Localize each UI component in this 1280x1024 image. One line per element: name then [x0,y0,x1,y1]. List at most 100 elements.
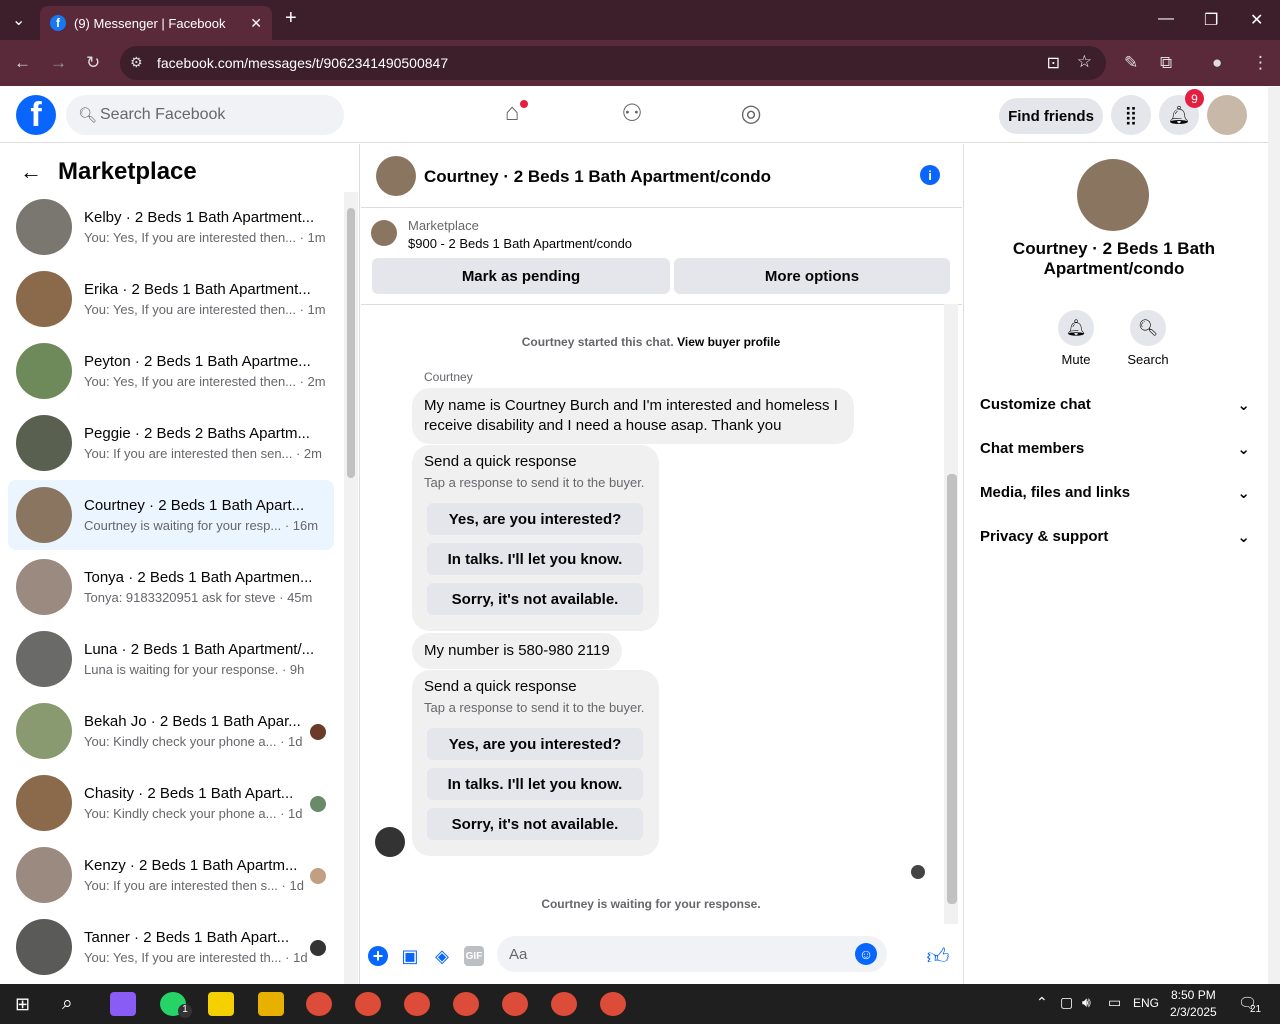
conversation-item[interactable]: Peyton · 2 Beds 1 Bath Apartme... You: Ye… [8,336,334,406]
view-buyer-profile-link[interactable]: View buyer profile [677,335,780,349]
conversation-avatar [16,775,72,831]
details-avatar[interactable] [1077,159,1149,231]
clock[interactable]: 8:50 PM 2/3/2025 [1170,987,1217,1021]
quick-response-option[interactable]: Yes, are you interested? [427,728,643,760]
conversation-item[interactable]: Kenzy · 2 Beds 1 Bath Apartm... You: If y… [8,840,334,910]
chrome-icon[interactable] [453,992,479,1016]
network-icon[interactable]: ▭ [1108,994,1121,1011]
quick-response-subtitle: Tap a response to send it to the buyer. [424,475,645,490]
chrome-icon[interactable] [355,992,381,1016]
windows-start-icon[interactable]: ⊞ [15,994,30,1015]
file-explorer-icon[interactable] [258,992,284,1016]
conversation-item[interactable]: Erika · 2 Beds 1 Bath Apartment... You: Y… [8,264,334,334]
url-field[interactable]: ⚙ facebook.com/messages/t/90623414905008… [120,46,1106,80]
language-indicator[interactable]: ENG [1133,996,1159,1010]
conversation-item[interactable]: Peggie · 2 Beds 2 Baths Apartm... You: If… [8,408,334,478]
profile-icon[interactable]: ● [1212,53,1222,73]
conversation-avatar [16,271,72,327]
conversation-preview: Courtney is waiting for your resp... · 1… [84,518,319,533]
more-options-button[interactable]: More options [674,258,950,294]
conversation-item[interactable]: Tonya · 2 Beds 1 Bath Apartmen... Tonya: … [8,552,334,622]
groups-icon[interactable]: ◎ [731,99,771,128]
conversation-item[interactable]: Bekah Jo · 2 Beds 1 Bath Apar... You: Kin… [8,696,334,766]
browser-tab-bar: ⌄ f (9) Messenger | Facebook ✕ + — ❐ ✕ [0,0,1280,40]
install-app-icon[interactable]: ⊡ [1047,53,1060,73]
new-tab-icon[interactable]: + [285,7,297,30]
conversation-item[interactable]: Chasity · 2 Beds 1 Bath Apart... You: Kin… [8,768,334,838]
sticker-icon[interactable]: ◈ [432,946,452,966]
account-avatar[interactable] [1207,95,1247,135]
chrome-icon[interactable] [600,992,626,1016]
pen-icon[interactable]: ✎ [1124,53,1138,73]
menu-grid-icon[interactable]: ⣿ [1111,95,1151,135]
search-icon[interactable]: ⌕ [62,993,73,1015]
friends-icon[interactable]: ⚇ [612,99,652,128]
search-input[interactable]: 🔍︎ Search Facebook [66,95,344,135]
chat-members-section[interactable]: Chat members ⌄ [980,440,1250,458]
facebook-logo-icon[interactable]: f [16,95,56,135]
conversation-name: Luna · 2 Beds 1 Bath Apartment/... [84,641,315,658]
search-conversation-button[interactable]: 🔍︎ Search [1118,310,1178,367]
sender-avatar[interactable] [375,827,405,857]
info-icon[interactable]: i [920,165,940,185]
message-bubble[interactable]: My number is 580-980 2119 [412,633,622,669]
window-close-icon[interactable]: ✕ [1250,10,1263,30]
page-scrollbar[interactable] [1268,87,1280,984]
chrome-icon[interactable] [551,992,577,1016]
chat-avatar[interactable] [376,156,416,196]
quick-response-option[interactable]: In talks. I'll let you know. [427,768,643,800]
sticky-notes-icon[interactable] [208,992,234,1016]
quick-response-option[interactable]: In talks. I'll let you know. [427,543,643,575]
conversation-item[interactable]: Tanner · 2 Beds 1 Bath Apart... You: Yes,… [8,912,334,982]
mark-pending-button[interactable]: Mark as pending [372,258,670,294]
close-tab-icon[interactable]: ✕ [250,15,262,32]
volume-icon[interactable]: 🔊︎ [1082,994,1091,1011]
chrome-icon[interactable] [306,992,332,1016]
chrome-icon[interactable] [404,992,430,1016]
thumbs-up-icon[interactable]: 👍︎ [927,944,950,969]
conversation-item[interactable]: Courtney · 2 Beds 1 Bath Apart... Courtne… [8,480,334,550]
forward-icon[interactable]: → [50,53,67,73]
plus-icon[interactable]: + [368,946,388,966]
message-placeholder: Aa [509,945,528,963]
back-arrow-icon[interactable]: ← [20,159,42,185]
conversation-name: Tonya · 2 Beds 1 Bath Apartmen... [84,569,313,586]
chat-title[interactable]: Courtney · 2 Beds 1 Bath Apartment/condo [424,167,771,187]
browser-tab[interactable]: f (9) Messenger | Facebook ✕ [40,6,272,40]
quick-response-option[interactable]: Yes, are you interested? [427,503,643,535]
find-friends-button[interactable]: Find friends [999,98,1103,134]
meet-icon[interactable]: ▢ [1060,994,1073,1011]
chrome-icon[interactable] [502,992,528,1016]
browser-menu-icon[interactable]: ⋮ [1252,53,1269,73]
privacy-support-section[interactable]: Privacy & support ⌄ [980,528,1250,546]
message-bubble[interactable]: My name is Courtney Burch and I'm intere… [412,388,854,444]
restore-icon[interactable]: ❐ [1204,10,1218,30]
customize-chat-section[interactable]: Customize chat ⌄ [980,396,1250,414]
conversation-item[interactable]: Kelby · 2 Beds 1 Bath Apartment... You: Y… [8,192,334,262]
bookmark-star-icon[interactable]: ☆ [1077,52,1092,72]
conversation-item[interactable]: Luna · 2 Beds 1 Bath Apartment/... Luna i… [8,624,334,694]
details-title: Courtney · 2 Beds 1 Bath Apartment/condo [1012,239,1216,278]
extensions-icon[interactable]: ⧉ [1160,53,1172,73]
tray-chevron-icon[interactable]: ⌃ [1036,994,1048,1011]
conversation-name: Erika · 2 Beds 1 Bath Apartment... [84,281,311,298]
tab-search-icon[interactable]: ⌄ [12,10,25,30]
message-input[interactable]: Aa ☺ [497,936,887,972]
gif-icon[interactable]: GIF [464,946,484,966]
chat-scrollbar[interactable] [944,304,958,924]
mute-button[interactable]: 🔔︎ Mute [1046,310,1106,367]
media-files-section[interactable]: Media, files and links ⌄ [980,484,1250,502]
back-icon[interactable]: ← [14,53,31,73]
reload-icon[interactable]: ↻ [86,53,100,73]
conversation-text: Bekah Jo · 2 Beds 1 Bath Apar... You: Kin… [84,713,316,749]
photo-icon[interactable]: ▣ [400,946,420,966]
scrollbar-thumb[interactable] [947,474,957,904]
scrollbar-thumb[interactable] [347,208,355,478]
site-settings-icon[interactable]: ⚙ [130,54,143,71]
conversation-list-scrollbar[interactable] [344,192,358,984]
emoji-icon[interactable]: ☺ [855,943,877,965]
quick-response-option[interactable]: Sorry, it's not available. [427,583,643,615]
quick-response-option[interactable]: Sorry, it's not available. [427,808,643,840]
minimize-icon[interactable]: — [1158,10,1174,28]
copilot-icon[interactable] [110,992,136,1016]
